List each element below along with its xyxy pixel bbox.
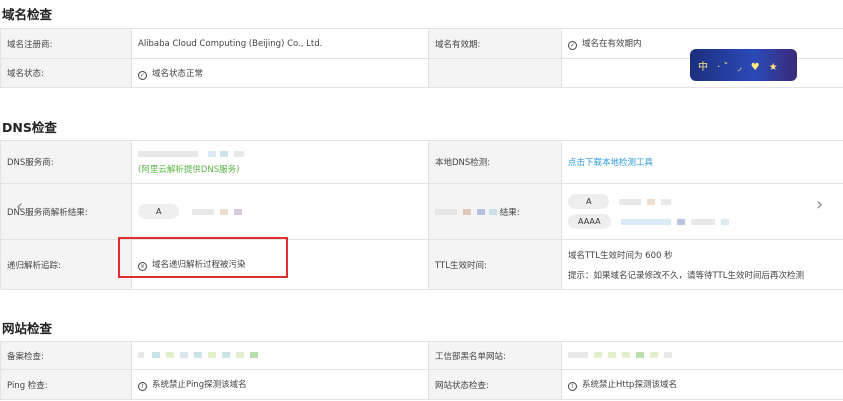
download-tool-link[interactable]: 点击下载本地检测工具 bbox=[568, 158, 653, 168]
empty-label-cell bbox=[428, 58, 562, 88]
dns-provider-note: (阿里云解析提供DNS服务) bbox=[138, 165, 240, 175]
info-circle-icon: ! bbox=[568, 382, 577, 391]
status-label: 域名状态: bbox=[0, 58, 132, 88]
registrar-label: 域名注册商: bbox=[0, 28, 132, 59]
chevron-right-icon[interactable]: › bbox=[816, 194, 823, 215]
http-value: 系统禁止Http探测该域名 bbox=[582, 380, 677, 390]
status-value-cell: ✓ 域名状态正常 bbox=[131, 58, 429, 88]
ttl-label: TTL生效时间: bbox=[428, 239, 562, 290]
ping-cell: ! 系统禁止Ping探测该域名 bbox=[131, 369, 429, 400]
blacklist-label: 工信部黑名单网站: bbox=[428, 341, 562, 370]
section-title-dns: DNS检查 bbox=[2, 120, 57, 135]
section-title-website: 网站检查 bbox=[2, 321, 53, 336]
local-dns-cell: 点击下载本地检测工具 bbox=[561, 140, 843, 184]
dns-resolve-cell: A bbox=[131, 183, 429, 240]
error-highlight-box bbox=[118, 237, 288, 278]
local-result-label-cell: 结果: bbox=[428, 183, 562, 240]
chevron-left-icon[interactable]: ‹ bbox=[16, 196, 23, 217]
dns-provider-label: DNS服务商: bbox=[0, 140, 132, 184]
local-result-cell: A AAAA bbox=[561, 183, 843, 240]
icp-cell bbox=[131, 341, 429, 370]
ping-value: 系统禁止Ping探测该域名 bbox=[152, 380, 247, 390]
info-circle-icon: ! bbox=[138, 382, 147, 391]
website-check-table: 备案检查: 工信部黑名单网站: Ping 检查: ! 系统禁止Ping探测该域名 … bbox=[0, 341, 843, 400]
promo-banner[interactable]: 中 ·ˇ ◞ ♥ ★ bbox=[690, 49, 797, 81]
local-record-type-aaaa: AAAA bbox=[568, 214, 611, 229]
check-circle-icon: ✓ bbox=[568, 41, 577, 50]
blacklist-cell bbox=[561, 341, 843, 370]
validity-label: 域名有效期: bbox=[428, 28, 562, 59]
record-type-a: A bbox=[138, 204, 180, 219]
status-value: 域名状态正常 bbox=[152, 68, 204, 79]
http-cell: ! 系统禁止Http探测该域名 bbox=[561, 369, 843, 400]
check-circle-icon: ✓ bbox=[138, 70, 147, 80]
promo-text: 中 ·ˇ ◞ ♥ ★ bbox=[698, 62, 781, 73]
ttl-cell: 域名TTL生效时间为 600 秒 提示：如果域名记录修改不久，请等待TTL生效时… bbox=[561, 239, 843, 290]
section-title-domain: 域名检查 bbox=[2, 7, 53, 22]
icp-label: 备案检查: bbox=[0, 341, 132, 370]
recursive-trace-label: 递归解析追踪: bbox=[0, 239, 132, 290]
local-result-label: 结果: bbox=[499, 207, 520, 218]
registrar-value: Alibaba Cloud Computing (Beijing) Co., L… bbox=[131, 28, 429, 59]
http-label: 网站状态检查: bbox=[428, 369, 562, 400]
dns-provider-cell: (阿里云解析提供DNS服务) bbox=[131, 140, 429, 184]
local-dns-label: 本地DNS检测: bbox=[428, 140, 562, 184]
ttl-value: 域名TTL生效时间为 600 秒 bbox=[568, 250, 673, 261]
validity-value: 域名在有效期内 bbox=[582, 39, 642, 49]
dns-provider-redacted bbox=[138, 149, 428, 159]
ttl-tip: 提示：如果域名记录修改不久，请等待TTL生效时间后再次检测 bbox=[568, 270, 804, 281]
ping-label: Ping 检查: bbox=[0, 369, 132, 400]
local-record-type-a: A bbox=[568, 194, 610, 209]
